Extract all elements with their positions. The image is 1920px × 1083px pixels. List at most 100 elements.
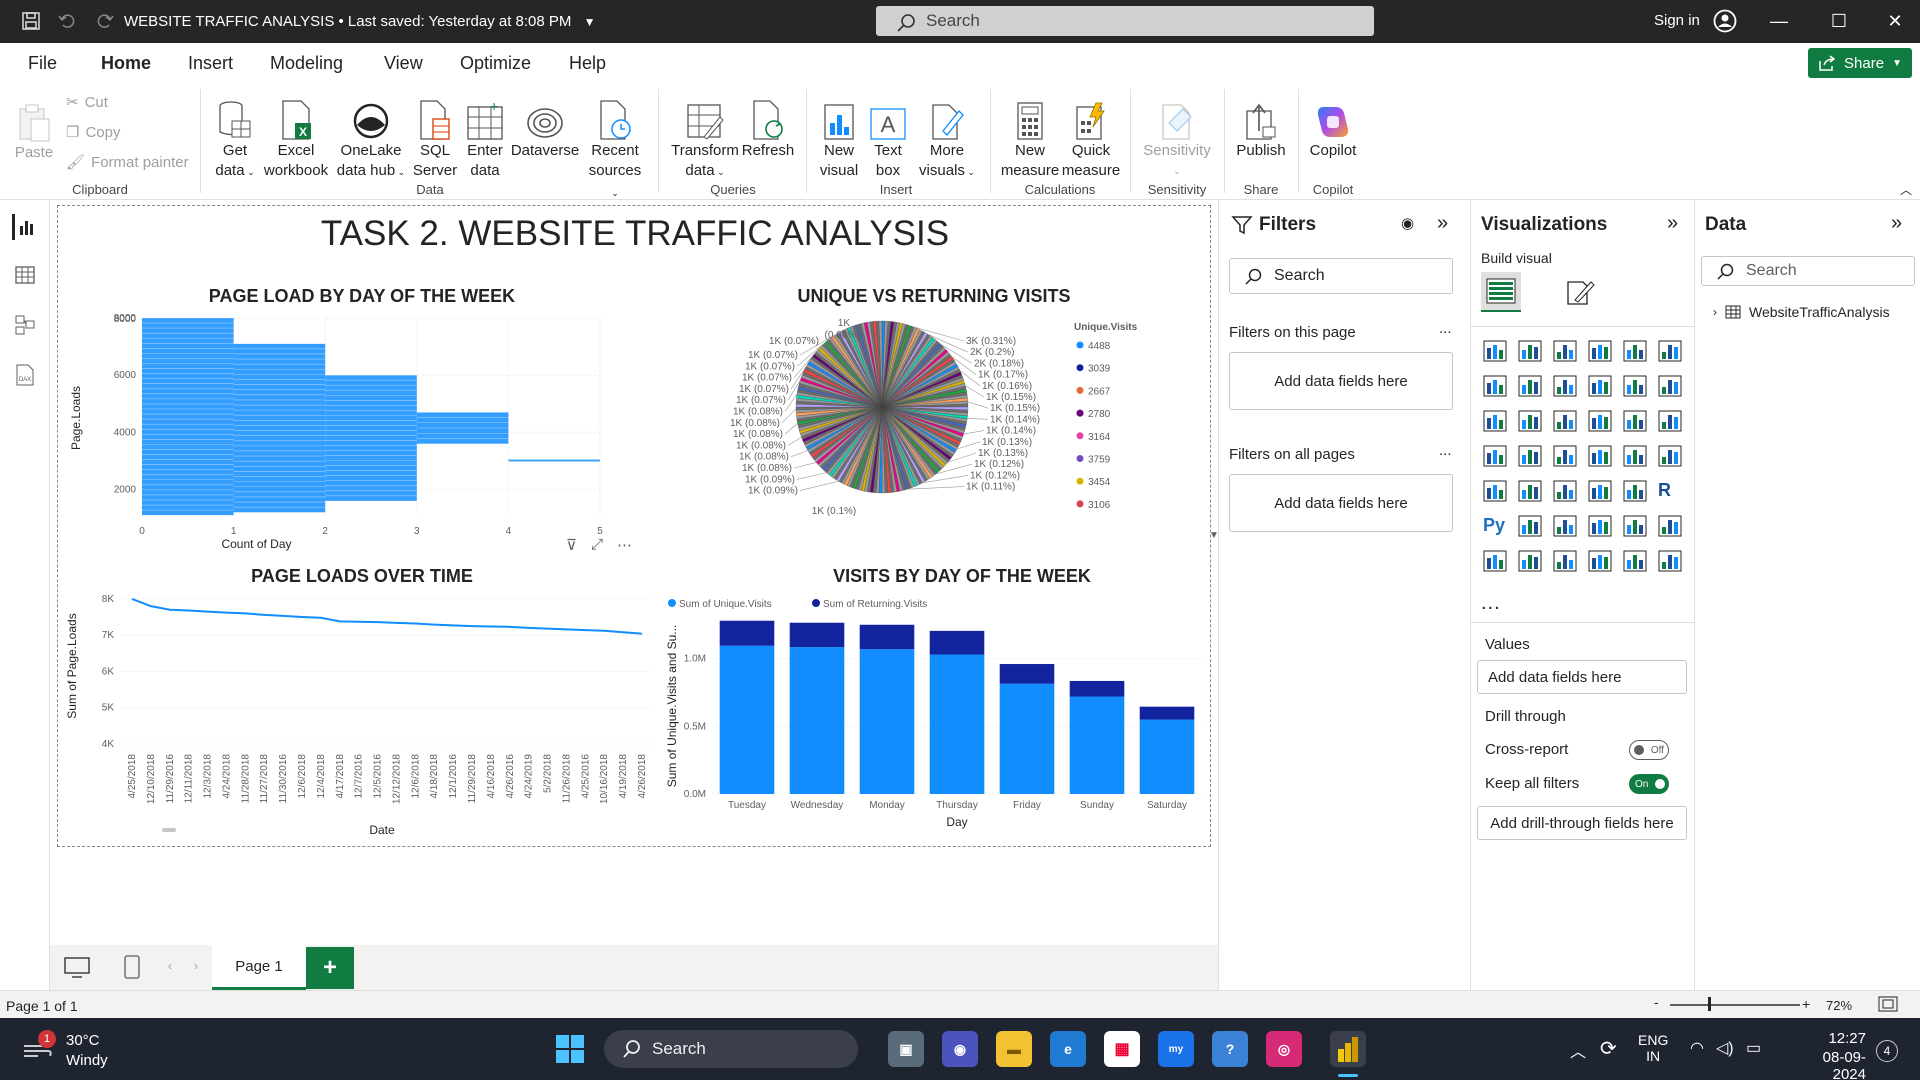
table-view-icon[interactable]: [12, 262, 38, 288]
chart-unique-vs-returning[interactable]: UNIQUE VS RETURNING VISITS3K (0.31%)2K (…: [674, 282, 1254, 552]
windows-start-icon[interactable]: [556, 1035, 584, 1067]
matrix-icon[interactable]: [1623, 480, 1649, 504]
power-apps-icon[interactable]: [1518, 550, 1544, 574]
multi-row-card-icon[interactable]: [1483, 480, 1509, 504]
sensitivity-button[interactable]: Sensitivity ⌄: [1140, 93, 1214, 181]
narrative-icon[interactable]: [1623, 515, 1649, 539]
menu-view[interactable]: View: [384, 53, 423, 74]
enter-data-button[interactable]: + Enter data: [462, 93, 508, 181]
clock[interactable]: 12:27 08-09-2024: [1796, 1030, 1866, 1083]
python-visual-icon[interactable]: Py: [1483, 515, 1509, 539]
copilot-button[interactable]: Copilot: [1304, 93, 1362, 161]
get-data-button[interactable]: Get data ⌄: [212, 93, 258, 182]
new-measure-button[interactable]: New measure: [1000, 93, 1060, 181]
data-search-input[interactable]: Search: [1701, 256, 1915, 286]
key-influencers-icon[interactable]: [1518, 515, 1544, 539]
excel-workbook-button[interactable]: X Excel workbook: [262, 93, 330, 181]
tips-icon[interactable]: ?: [1212, 1031, 1248, 1067]
minimize-icon[interactable]: —: [1764, 8, 1794, 34]
diamond-icon[interactable]: [1623, 550, 1649, 574]
maximize-icon[interactable]: ☐: [1824, 8, 1854, 34]
edge-icon[interactable]: e: [1050, 1031, 1086, 1067]
chart-page-loads-over-time[interactable]: PAGE LOADS OVER TIME 4K 5K 6K 7K 8K 4/25/2018 1…: [62, 558, 662, 843]
paginated-report-icon[interactable]: [1483, 550, 1509, 574]
treemap-icon[interactable]: [1483, 445, 1509, 469]
wifi-icon[interactable]: ◠: [1690, 1038, 1704, 1058]
clustered-bar-chart-icon[interactable]: [1553, 340, 1579, 364]
focus-mode-icon[interactable]: ⤢: [591, 536, 603, 554]
format-painter-button[interactable]: 🖌 Format painter: [66, 153, 189, 172]
sql-server-button[interactable]: SQL Server: [412, 93, 458, 181]
text-box-button[interactable]: A Text box: [866, 93, 910, 181]
notification-badge[interactable]: 4: [1876, 1040, 1898, 1062]
sync-icon[interactable]: ⟳: [1600, 1036, 1617, 1061]
chevron-down-icon[interactable]: ▼: [584, 15, 596, 29]
filters-this-page-drop[interactable]: Add data fields here: [1229, 352, 1453, 410]
onelake-button[interactable]: OneLake data hub ⌄: [334, 93, 408, 182]
more-options-icon[interactable]: ...: [1439, 442, 1452, 459]
page-tab-1[interactable]: Page 1: [212, 945, 306, 990]
chart-page-load-by-day[interactable]: PAGE LOAD BY DAY OF THE WEEK 2000 4000 6000…: [62, 282, 662, 552]
volume-icon[interactable]: ◁): [1716, 1038, 1734, 1058]
collapse-visualizations-icon[interactable]: »: [1667, 212, 1678, 235]
more-visuals-icon[interactable]: ...: [1481, 592, 1501, 615]
more-visuals-button[interactable]: More visuals ⌄: [914, 93, 980, 182]
chevron-icon[interactable]: [1658, 550, 1684, 574]
r-visual-icon[interactable]: R: [1658, 480, 1684, 504]
language-indicator[interactable]: ENG IN: [1638, 1032, 1668, 1064]
file-explorer-icon[interactable]: ▬: [996, 1031, 1032, 1067]
menu-help[interactable]: Help: [569, 53, 606, 74]
chart-visits-by-day[interactable]: VISITS BY DAY OF THE WEEK Sum of Unique.V…: [662, 558, 1208, 843]
card-icon[interactable]: [1658, 445, 1684, 469]
instagram-icon[interactable]: ◎: [1266, 1031, 1302, 1067]
global-search[interactable]: Search: [876, 6, 1374, 36]
table-item[interactable]: › WebsiteTrafficAnalysis: [1713, 304, 1890, 320]
sign-in-button[interactable]: Sign in: [1654, 12, 1700, 29]
store-icon[interactable]: ▦: [1104, 1031, 1140, 1067]
stacked-area-icon[interactable]: [1553, 375, 1579, 399]
zoom-slider-thumb[interactable]: [1708, 997, 1711, 1011]
next-page-icon[interactable]: ›: [194, 959, 198, 973]
menu-optimize[interactable]: Optimize: [460, 53, 531, 74]
powerbi-taskbar-icon[interactable]: [1330, 1031, 1366, 1067]
mylp-icon[interactable]: my: [1158, 1031, 1194, 1067]
filled-map-icon[interactable]: [1553, 445, 1579, 469]
transform-data-button[interactable]: Transform data ⌄: [670, 93, 740, 182]
waterfall-chart-icon[interactable]: [1518, 410, 1544, 434]
kpi-icon[interactable]: [1518, 480, 1544, 504]
line-clustered-column-icon[interactable]: [1658, 375, 1684, 399]
zoom-out-button[interactable]: -: [1654, 994, 1659, 1010]
model-view-icon[interactable]: [12, 312, 38, 338]
battery-icon[interactable]: ▭: [1746, 1038, 1761, 1058]
close-icon[interactable]: ✕: [1880, 8, 1910, 34]
keep-all-filters-toggle[interactable]: On: [1629, 774, 1669, 794]
arcgis-icon[interactable]: [1588, 550, 1614, 574]
more-options-icon[interactable]: ⋯: [617, 536, 632, 554]
undo-icon[interactable]: [56, 10, 78, 32]
redo-icon[interactable]: [94, 10, 116, 32]
menu-file[interactable]: File: [28, 53, 57, 74]
100-stacked-column-icon[interactable]: [1658, 340, 1684, 364]
drill-through-drop[interactable]: Add drill-through fields here: [1477, 806, 1687, 840]
clustered-column-chart-icon[interactable]: [1588, 340, 1614, 364]
dax-query-view-icon[interactable]: DAX: [12, 362, 38, 388]
menu-modeling[interactable]: Modeling: [270, 53, 343, 74]
stacked-bar-chart-icon[interactable]: [1483, 340, 1509, 364]
copy-button[interactable]: ❐ Copy: [66, 123, 120, 142]
stacked-column-chart-icon[interactable]: [1518, 340, 1544, 364]
publish-button[interactable]: Publish: [1232, 93, 1290, 161]
collapse-ribbon-icon[interactable]: ︿: [1900, 181, 1912, 198]
cut-button[interactable]: ✂ Cut: [66, 93, 108, 112]
task-view-icon[interactable]: ▣: [888, 1031, 924, 1067]
save-icon[interactable]: [20, 10, 42, 32]
fit-to-page-icon[interactable]: [1878, 996, 1898, 1016]
funnel-chart-icon[interactable]: [1553, 410, 1579, 434]
collapse-data-icon[interactable]: »: [1891, 212, 1902, 235]
quick-measure-button[interactable]: Quick measure: [1060, 93, 1122, 181]
new-visual-button[interactable]: New visual: [816, 93, 862, 181]
pie-chart-icon[interactable]: [1623, 410, 1649, 434]
show-hidden-icons[interactable]: ︿: [1570, 1038, 1586, 1062]
slicer-icon[interactable]: [1553, 480, 1579, 504]
zoom-slider[interactable]: [1670, 1004, 1800, 1006]
ribbon-chart-icon[interactable]: [1483, 410, 1509, 434]
